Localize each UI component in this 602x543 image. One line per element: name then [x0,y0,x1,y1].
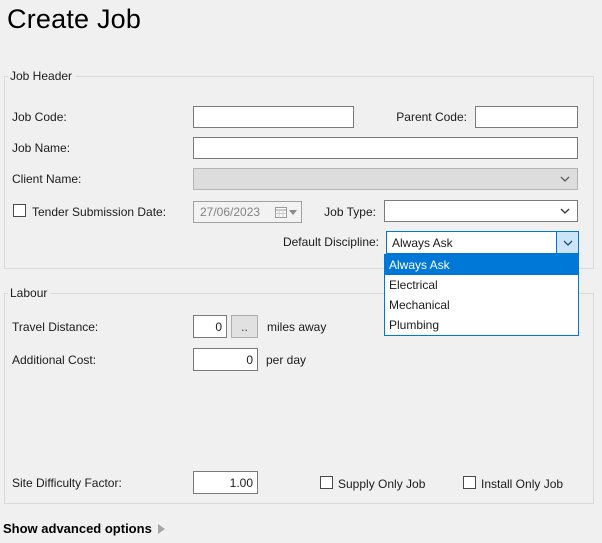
supply-only-checkbox[interactable] [320,476,333,489]
default-discipline-combobox[interactable]: Always Ask [386,231,579,254]
discipline-dropdown-list: Always Ask Electrical Mechanical Plumbin… [384,254,579,336]
chevron-down-icon [560,208,577,214]
job-header-legend: Job Header [8,69,77,83]
page-title: Create Job [7,4,142,34]
job-type-combobox[interactable] [384,200,578,222]
travel-distance-browse-button[interactable]: .. [231,315,258,338]
chevron-down-icon [563,240,573,246]
parent-code-input[interactable] [475,106,578,128]
additional-cost-label: Additional Cost: [12,353,97,367]
combo-dropdown-button[interactable] [556,232,578,253]
tender-date-value: 27/06/2023 [200,205,261,219]
supply-only-label: Supply Only Job [338,477,426,491]
miles-away-label: miles away [267,320,327,334]
dropdown-option-mechanical[interactable]: Mechanical [385,295,578,315]
default-discipline-value: Always Ask [392,235,453,250]
tender-date-label: Tender Submission Date: [32,205,167,219]
calendar-icon [275,206,287,218]
show-advanced-options-link[interactable]: Show advanced options [3,521,165,536]
job-name-input[interactable] [193,137,578,159]
dropdown-option-always-ask[interactable]: Always Ask [385,255,578,275]
parent-code-label: Parent Code: [396,110,467,124]
per-day-label: per day [266,353,307,367]
default-discipline-label: Default Discipline: [282,235,379,249]
show-advanced-options-label: Show advanced options [3,521,152,536]
travel-distance-label: Travel Distance: [12,320,99,334]
install-only-checkbox[interactable] [463,476,476,489]
install-only-label: Install Only Job [481,477,564,491]
client-name-label: Client Name: [12,172,82,186]
client-name-combobox [193,168,578,190]
site-difficulty-label: Site Difficulty Factor: [12,476,122,490]
date-dropdown-arrow-icon [289,209,297,215]
tender-date-checkbox[interactable] [13,204,26,217]
chevron-down-icon [560,176,577,182]
job-code-label: Job Code: [12,110,67,124]
tender-date-picker: 27/06/2023 [193,201,302,223]
labour-legend: Labour [8,286,52,300]
dropdown-option-electrical[interactable]: Electrical [385,275,578,295]
additional-cost-input[interactable] [193,348,258,371]
job-name-label: Job Name: [12,141,71,155]
job-code-input[interactable] [193,106,354,128]
expand-arrow-icon [157,523,165,534]
travel-distance-input[interactable] [193,315,227,338]
site-difficulty-input[interactable] [193,471,258,494]
job-type-label: Job Type: [324,205,376,219]
dropdown-option-plumbing[interactable]: Plumbing [385,315,578,335]
